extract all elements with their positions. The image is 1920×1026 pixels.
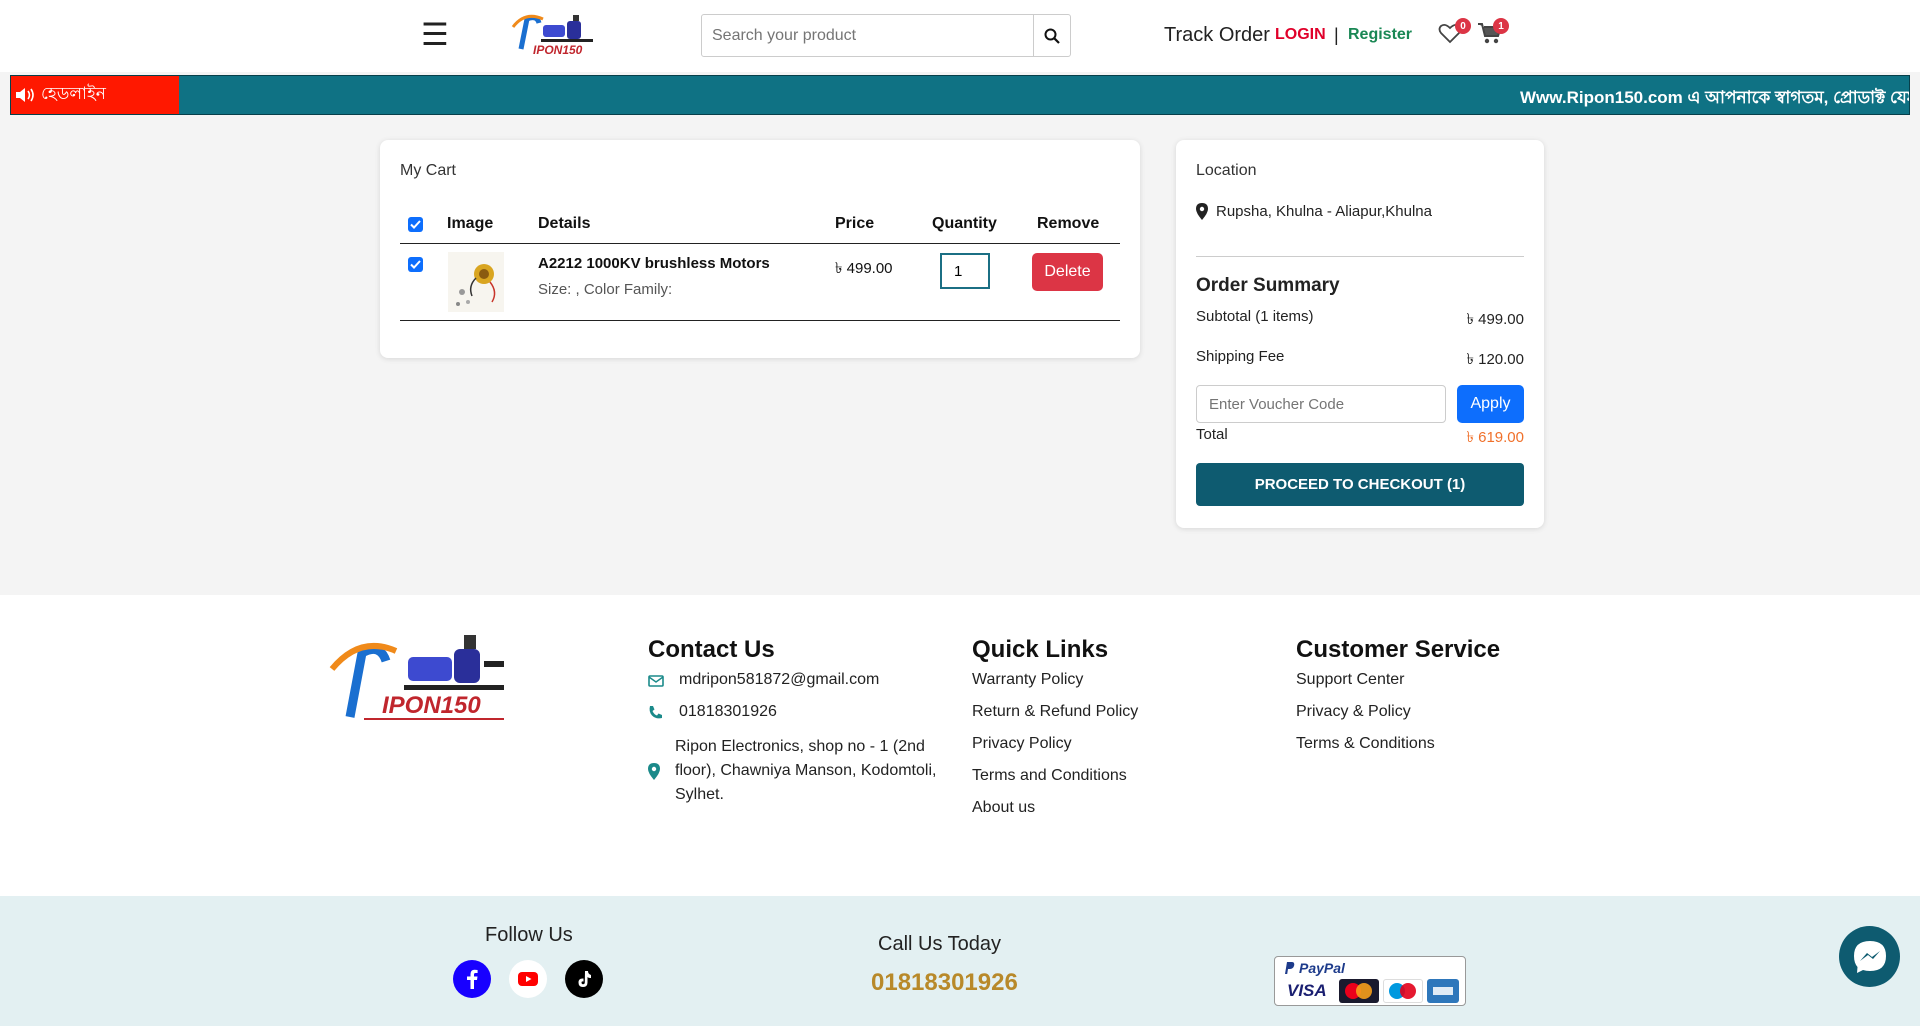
total-label: Total <box>1196 426 1228 443</box>
wishlist-button[interactable]: 0 <box>1438 18 1471 49</box>
search-button[interactable] <box>1034 15 1070 56</box>
quick-link-privacy[interactable]: Privacy Policy <box>972 735 1072 753</box>
cart-title: My Cart <box>400 162 456 179</box>
search-icon <box>1044 28 1060 44</box>
messenger-chat-button[interactable] <box>1839 926 1900 987</box>
customer-service-heading: Customer Service <box>1296 636 1501 663</box>
mastercard-icon <box>1339 979 1379 1003</box>
youtube-icon[interactable] <box>509 960 547 998</box>
headline-label-text: হেডলাইন <box>41 84 106 103</box>
table-bottom-divider <box>400 320 1120 321</box>
contact-phone[interactable]: 01818301926 <box>679 703 777 721</box>
column-header-price: Price <box>835 215 875 232</box>
select-all-checkbox[interactable] <box>408 217 423 232</box>
bottom-bar: Follow Us Call Us Today 01818301926 PayP… <box>0 896 1920 1026</box>
quick-links-heading: Quick Links <box>972 636 1109 663</box>
service-link-support[interactable]: Support Center <box>1296 671 1405 689</box>
address-line: Ripon Electronics, shop no - 1 (2nd <box>675 738 925 755</box>
total-value: ৳ 619.00 <box>1466 429 1524 446</box>
column-header-image: Image <box>447 215 494 232</box>
product-name[interactable]: A2212 1000KV brushless Motors <box>538 255 770 272</box>
hamburger-menu-icon[interactable]: ☰ <box>421 18 449 52</box>
subtotal-value: ৳ 499.00 <box>1466 311 1524 328</box>
footer-logo[interactable]: IPON150 <box>324 631 514 723</box>
headline-ticker: হেডলাইন Www.Ripon150.com এ আপনাকে স্বাগত… <box>10 75 1910 115</box>
search-input[interactable] <box>702 15 1034 56</box>
footer: IPON150 Contact Us mdripon581872@gmail.c… <box>0 595 1920 896</box>
proceed-to-checkout-button[interactable]: PROCEED TO CHECKOUT (1) <box>1196 463 1524 506</box>
location-divider <box>1196 256 1524 257</box>
headline-label: হেডলাইন <box>11 76 179 114</box>
voucher-code-input[interactable] <box>1196 385 1446 423</box>
delivery-location[interactable]: Rupsha, Khulna - Aliapur,Khulna <box>1216 203 1432 220</box>
shipping-label: Shipping Fee <box>1196 348 1285 365</box>
column-header-details: Details <box>538 215 591 232</box>
shipping-value: ৳ 120.00 <box>1466 351 1524 368</box>
envelope-icon <box>648 675 664 687</box>
quick-link-warranty[interactable]: Warranty Policy <box>972 671 1083 689</box>
column-header-quantity: Quantity <box>932 215 997 232</box>
phone-icon <box>649 706 662 719</box>
facebook-icon[interactable] <box>453 960 491 998</box>
visa-label: VISA <box>1287 981 1327 1000</box>
product-price: ৳ 499.00 <box>835 260 893 277</box>
contact-email[interactable]: mdripon581872@gmail.com <box>679 671 879 689</box>
headline-text: Www.Ripon150.com এ আপনাকে স্বাগতম, প্রোড… <box>1520 88 1910 107</box>
quantity-input[interactable] <box>940 253 990 289</box>
login-link[interactable]: LOGIN <box>1275 26 1326 44</box>
product-image[interactable] <box>448 252 504 312</box>
cart-card: My Cart Image Details Price Quantity Rem… <box>380 140 1140 358</box>
contact-us-heading: Contact Us <box>648 636 775 663</box>
delete-button[interactable]: Delete <box>1032 253 1103 291</box>
follow-us-heading: Follow Us <box>485 924 573 946</box>
item-select-checkbox[interactable] <box>408 257 423 272</box>
address-line: Sylhet. <box>675 786 724 803</box>
header: ☰ IPON150 Track Order LOGIN | Register 0… <box>0 0 1920 72</box>
svg-text:IPON150: IPON150 <box>382 692 481 719</box>
quick-link-terms[interactable]: Terms and Conditions <box>972 767 1127 785</box>
site-logo[interactable]: IPON150 <box>507 9 607 59</box>
cart-button[interactable]: 1 <box>1477 18 1509 50</box>
nav-separator: | <box>1334 25 1339 45</box>
amex-icon <box>1427 979 1459 1003</box>
tiktok-icon[interactable] <box>565 960 603 998</box>
track-order-link[interactable]: Track Order <box>1164 24 1270 47</box>
location-pin-icon <box>1196 203 1208 220</box>
service-link-terms[interactable]: Terms & Conditions <box>1296 735 1435 753</box>
messenger-icon <box>1853 940 1886 973</box>
speaker-icon <box>16 88 34 102</box>
check-icon <box>410 260 421 269</box>
payment-methods-badge: PayPal VISA <box>1274 956 1466 1006</box>
svg-text:IPON150: IPON150 <box>533 43 583 57</box>
paypal-icon <box>1285 962 1295 974</box>
quick-link-refund[interactable]: Return & Refund Policy <box>972 703 1138 721</box>
product-variant: Size: , Color Family: <box>538 281 673 298</box>
cart-count-badge: 1 <box>1493 18 1509 34</box>
column-header-remove: Remove <box>1037 215 1100 232</box>
search-bar <box>701 14 1071 57</box>
order-summary-card: Location Rupsha, Khulna - Aliapur,Khulna… <box>1176 140 1544 528</box>
location-pin-icon <box>648 763 660 780</box>
order-summary-title: Order Summary <box>1196 275 1340 296</box>
quick-link-about[interactable]: About us <box>972 799 1035 817</box>
subtotal-label: Subtotal (1 items) <box>1196 308 1314 325</box>
paypal-label: PayPal <box>1299 960 1345 976</box>
maestro-icon <box>1383 979 1423 1003</box>
wishlist-count-badge: 0 <box>1455 18 1471 34</box>
location-title: Location <box>1196 162 1257 179</box>
call-us-heading: Call Us Today <box>878 933 1002 955</box>
contact-address: Ripon Electronics, shop no - 1 (2nd floo… <box>675 735 936 807</box>
register-link[interactable]: Register <box>1348 26 1412 44</box>
table-header-divider <box>400 243 1120 244</box>
service-link-privacy[interactable]: Privacy & Policy <box>1296 703 1411 721</box>
apply-voucher-button[interactable]: Apply <box>1457 385 1524 423</box>
call-us-number[interactable]: 01818301926 <box>871 969 1018 997</box>
check-icon <box>410 220 421 229</box>
address-line: floor), Chawniya Manson, Kodomtoli, <box>675 762 937 779</box>
